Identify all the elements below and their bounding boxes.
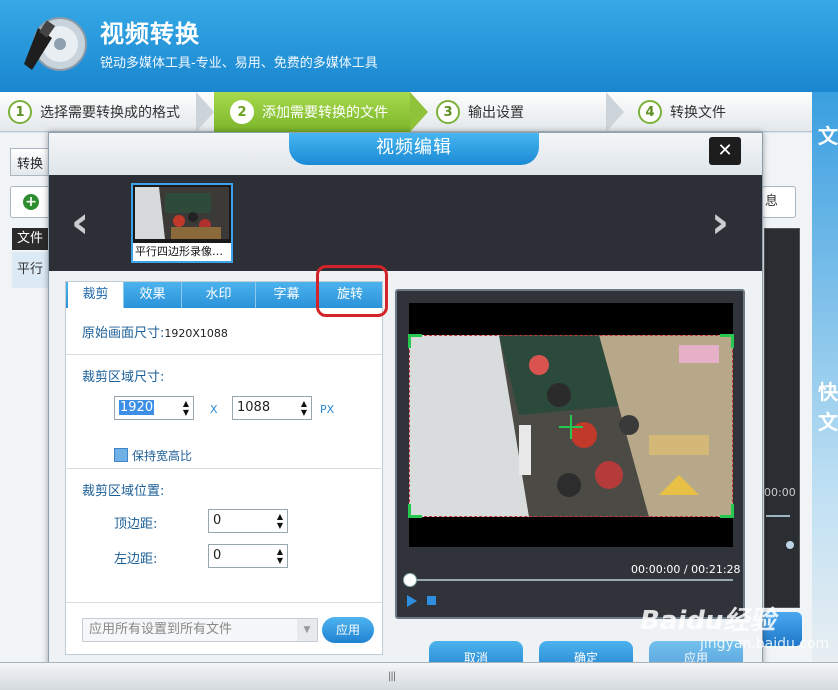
settings-panel: 裁剪 效果 水印 字幕 旋转 原始画面尺寸:1920X1088 裁剪区域尺寸: … xyxy=(65,281,383,655)
watermark-logo: Baidu经验 xyxy=(640,606,776,636)
left-margin-value: 0 xyxy=(213,548,222,563)
file-list-row[interactable]: 平行 xyxy=(12,252,52,288)
original-size-label: 原始画面尺寸: xyxy=(82,326,165,341)
wizard-steps: 1 选择需要转换成的格式 2 添加需要转换的文件 3 输出设置 4 转换文件 xyxy=(0,92,838,132)
original-size-value: 1920X1088 xyxy=(164,327,228,340)
dialog-title: 视频编辑 xyxy=(289,133,539,165)
left-margin-stepper[interactable]: 0 ▲ ▼ xyxy=(208,544,288,568)
status-bar: ||| xyxy=(0,662,838,690)
divider xyxy=(66,354,382,355)
step-number: 2 xyxy=(230,100,254,124)
chevron-down-icon: ▼ xyxy=(297,619,317,641)
thumbnail-image xyxy=(135,187,229,239)
divider xyxy=(66,602,382,603)
apply-all-placeholder: 应用所有设置到所有文件 xyxy=(89,622,233,637)
step-2[interactable]: 2 添加需要转换的文件 xyxy=(214,92,410,132)
unit-px: PX xyxy=(320,403,335,416)
top-margin-label: 顶边距: xyxy=(114,517,158,532)
step-1[interactable]: 1 选择需要转换成的格式 xyxy=(8,92,204,132)
video-preview: 00:00:00 / 00:21:28 xyxy=(395,289,745,619)
crop-width-value: 1920 xyxy=(119,400,155,415)
preview-player xyxy=(764,228,800,608)
play-icon[interactable] xyxy=(407,595,417,607)
tab-subtitle[interactable]: 字幕 xyxy=(256,282,318,308)
time-separator: / xyxy=(683,563,688,576)
app-header: 视频转换 锐动多媒体工具-专业、易用、免费的多媒体工具 xyxy=(0,0,838,92)
file-list-header: 文件 xyxy=(12,228,52,250)
side-banner-text: 快 xyxy=(818,380,838,404)
step-number: 1 xyxy=(8,100,32,124)
spin-arrows-icon[interactable]: ▲ ▼ xyxy=(275,512,285,530)
thumbnail-strip: ‹ › 平行四边形录像… xyxy=(49,175,762,271)
step-4[interactable]: 4 转换文件 xyxy=(638,92,808,132)
prev-arrow-icon[interactable]: ‹ xyxy=(71,201,89,245)
crop-handle[interactable] xyxy=(408,334,422,348)
apply-settings-button[interactable]: 应用 xyxy=(322,617,374,643)
app-subtitle: 锐动多媒体工具-专业、易用、免费的多媒体工具 xyxy=(100,56,378,71)
step-3[interactable]: 3 输出设置 xyxy=(436,92,606,132)
video-canvas xyxy=(408,303,734,547)
side-banner-text: 文 xyxy=(818,124,838,148)
step-number: 3 xyxy=(436,100,460,124)
step-arrow-icon xyxy=(410,92,428,132)
step-number: 4 xyxy=(638,100,662,124)
step-label: 转换文件 xyxy=(670,105,726,121)
spin-arrows-icon[interactable]: ▲ ▼ xyxy=(181,399,191,417)
seek-knob[interactable] xyxy=(403,573,417,587)
tab-crop[interactable]: 裁剪 xyxy=(68,282,124,308)
plus-icon: + xyxy=(23,194,39,210)
total-time: 00:21:28 xyxy=(691,563,741,576)
watermark-url: jingyan.baidu.com xyxy=(700,636,830,652)
close-icon[interactable]: ✕ xyxy=(709,137,741,165)
stop-icon[interactable] xyxy=(427,596,436,605)
crop-height-stepper[interactable]: 1088 ▲ ▼ xyxy=(232,396,312,420)
crop-height-value: 1088 xyxy=(237,400,271,415)
crop-position-label: 裁剪区域位置: xyxy=(82,484,165,499)
crop-handle[interactable] xyxy=(720,334,734,348)
keep-ratio-checkbox[interactable] xyxy=(114,448,128,462)
spin-arrows-icon[interactable]: ▲ ▼ xyxy=(275,547,285,565)
apply-all-select[interactable]: 应用所有设置到所有文件 ▼ xyxy=(82,618,318,642)
step-arrow-icon xyxy=(196,92,214,132)
resize-grip-icon[interactable]: ||| xyxy=(388,671,396,682)
info-button[interactable]: 息 xyxy=(762,186,796,218)
tab-effects[interactable]: 效果 xyxy=(124,282,182,308)
add-file-button[interactable]: + xyxy=(10,186,50,218)
crop-handle[interactable] xyxy=(720,504,734,518)
app-logo-icon xyxy=(24,17,87,71)
current-time: 00:00:00 xyxy=(631,563,681,576)
top-margin-stepper[interactable]: 0 ▲ ▼ xyxy=(208,509,288,533)
spin-arrows-icon[interactable]: ▲ ▼ xyxy=(299,399,309,417)
divider xyxy=(66,468,382,469)
player-seekbar[interactable] xyxy=(766,515,790,517)
original-size-row: 原始画面尺寸:1920X1088 xyxy=(82,322,228,341)
left-margin-label: 左边距: xyxy=(114,552,158,567)
crop-width-stepper[interactable]: 1920 ▲ ▼ xyxy=(114,396,194,420)
times-sign: X xyxy=(210,403,218,416)
highlight-annotation xyxy=(316,265,388,317)
side-banner-text: 文 xyxy=(818,410,838,434)
time-display: 00:00:00 / 00:21:28 xyxy=(631,563,741,576)
step-arrow-icon xyxy=(606,92,624,132)
app-title: 视频转换 xyxy=(100,20,200,48)
top-margin-value: 0 xyxy=(213,513,222,528)
crop-size-label: 裁剪区域尺寸: xyxy=(82,370,165,385)
volume-knob[interactable] xyxy=(786,541,794,549)
video-thumbnail[interactable]: 平行四边形录像… xyxy=(131,183,233,263)
tab-watermark[interactable]: 水印 xyxy=(182,282,256,308)
crop-center-crosshair-icon[interactable] xyxy=(570,415,572,439)
thumbnail-label: 平行四边形录像… xyxy=(133,243,231,261)
video-edit-dialog: 视频编辑 ✕ ‹ › 平行四边形录像… 裁剪 效果 水印 字幕 旋转 原始画面尺… xyxy=(48,132,763,675)
crop-handle[interactable] xyxy=(408,504,422,518)
step-label: 添加需要转换的文件 xyxy=(262,105,388,121)
keep-ratio-label: 保持宽高比 xyxy=(132,449,193,463)
convert-tab[interactable]: 转换 xyxy=(10,148,50,176)
player-time: 00:00 xyxy=(764,486,796,499)
next-arrow-icon[interactable]: › xyxy=(711,201,729,245)
step-label: 选择需要转换成的格式 xyxy=(40,105,180,121)
seek-bar[interactable] xyxy=(411,579,733,581)
step-label: 输出设置 xyxy=(468,105,524,121)
